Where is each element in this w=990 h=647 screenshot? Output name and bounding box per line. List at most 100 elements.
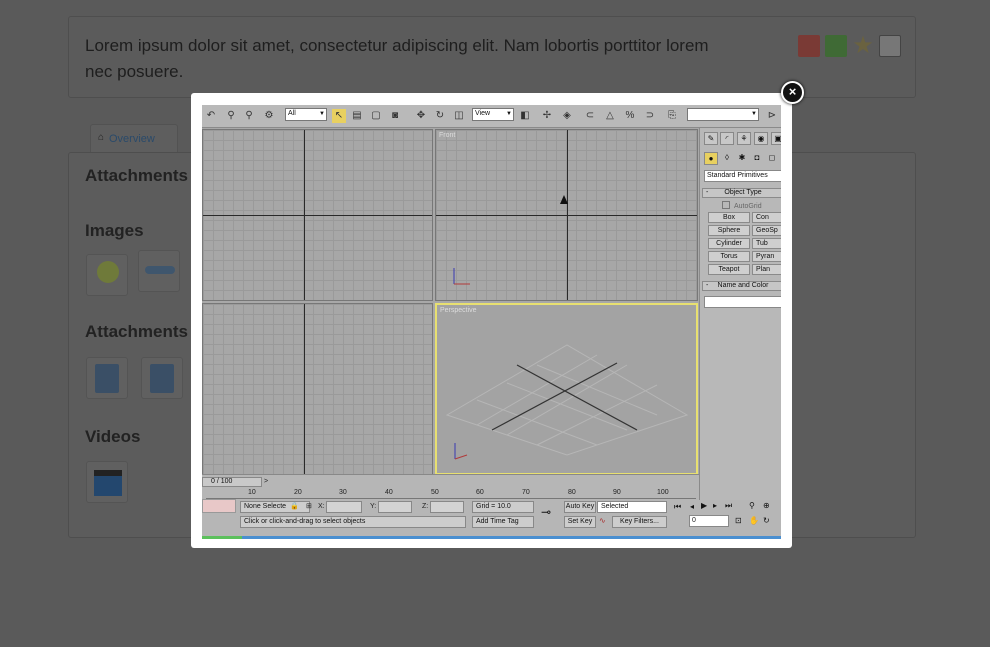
axis-tripod-icon — [453, 268, 470, 285]
shapes-icon[interactable]: ◊ — [720, 152, 734, 165]
auto-key-button[interactable]: Auto Key — [564, 501, 596, 513]
scale-icon[interactable]: ◫ — [452, 109, 466, 123]
move-icon[interactable]: ✥ — [414, 109, 428, 123]
percent-snap-icon[interactable]: % — [623, 109, 637, 123]
collapse-icon: - — [706, 189, 709, 196]
create-tab-icon[interactable]: ✎ — [704, 132, 718, 145]
plane-button[interactable]: Plan — [752, 264, 781, 275]
key-mode-dropdown[interactable]: Selected — [597, 501, 667, 513]
pan-icon[interactable]: ✋ — [749, 516, 759, 525]
zoom-icon[interactable]: ⚲ — [749, 501, 755, 510]
modify-tab-icon[interactable]: ◜ — [720, 132, 734, 145]
perspective-grid — [445, 344, 689, 460]
torus-button[interactable]: Torus — [708, 251, 750, 262]
zoom-all-icon[interactable]: ⊕ — [763, 501, 770, 510]
select-manipulate-icon[interactable]: ✢ — [540, 109, 554, 123]
xls-icon[interactable] — [825, 35, 847, 57]
attachment-thumbnail[interactable] — [141, 357, 183, 399]
image-thumbnail[interactable] — [138, 250, 180, 292]
viewport-bottom-left[interactable] — [202, 303, 433, 475]
go-to-start-icon[interactable]: ⏮ — [674, 502, 681, 512]
pyramid-button[interactable]: Pyran — [752, 251, 781, 262]
lights-icon[interactable]: ✱ — [735, 152, 749, 165]
go-to-end-icon[interactable]: ⏭ — [725, 501, 732, 511]
play-icon[interactable]: ▶ — [701, 501, 707, 510]
current-frame-field[interactable]: 0 — [689, 515, 729, 527]
cameras-icon[interactable]: ◘ — [750, 152, 764, 165]
category-dropdown[interactable]: Standard Primitives — [704, 170, 781, 182]
bind-icon[interactable]: ⚙ — [262, 109, 276, 123]
selection-filter-dropdown[interactable]: All ▼ — [285, 108, 327, 121]
named-selection-icon[interactable]: ⎘ — [665, 109, 679, 123]
track-bar[interactable]: 10 20 30 40 50 60 70 80 90 100 — [206, 489, 696, 499]
named-selection-dropdown[interactable]: ▼ — [687, 108, 759, 121]
absolute-mode-icon[interactable]: ⊞ — [306, 502, 312, 510]
geometry-icon[interactable]: ● — [704, 152, 718, 165]
undo-icon[interactable]: ↶ — [204, 109, 218, 123]
autogrid-checkbox[interactable]: AutoGrid — [722, 201, 762, 210]
window-crossing-icon[interactable]: ◙ — [388, 109, 402, 123]
screenshot-3dsmax: ↶ ⚲ ⚲ ⚙ All ▼ ↖ ▤ ▢ ◙ ✥ ↻ ◫ View ▼ ◧ ✢ ◈ ⊂… — [202, 105, 781, 539]
time-config-icon[interactable]: ⊡ — [735, 516, 742, 525]
viewport-perspective[interactable]: Perspective — [435, 303, 698, 475]
video-thumbnail[interactable] — [86, 461, 128, 503]
set-key-button[interactable]: Set Key — [564, 516, 596, 528]
box-button[interactable]: Box — [708, 212, 750, 223]
cylinder-button[interactable]: Cylinder — [708, 238, 750, 249]
object-name-input[interactable] — [704, 296, 781, 308]
display-tab-icon[interactable]: ▣ — [771, 132, 781, 145]
add-time-tag-button[interactable]: Add Time Tag — [472, 516, 534, 528]
lock-icon[interactable]: 🔒 — [290, 502, 299, 510]
sphere-button[interactable]: Sphere — [708, 225, 750, 236]
prompt-text: Click or click-and-drag to select object… — [244, 518, 366, 525]
cone-button[interactable]: Con — [752, 212, 781, 223]
set-key-mode-icon[interactable]: ⊸ — [541, 505, 551, 519]
curve-icon[interactable]: ∿ — [599, 516, 606, 525]
pivot-icon[interactable]: ◧ — [518, 109, 532, 123]
keyboard-shortcut-icon[interactable]: ◈ — [560, 109, 574, 123]
time-slider[interactable]: 0 / 100 — [202, 477, 262, 487]
tab-overview[interactable]: ⌂ Overview — [90, 124, 178, 152]
pdf-icon[interactable] — [798, 35, 820, 57]
selection-status: None Selecte — [240, 501, 310, 513]
z-coordinate-field[interactable] — [430, 501, 464, 513]
mail-icon[interactable] — [879, 35, 901, 57]
snap-toggle-icon[interactable]: ⊂ — [583, 109, 597, 123]
rollout-name-color[interactable]: - Name and Color — [702, 281, 781, 291]
region-select-icon[interactable]: ▢ — [369, 109, 383, 123]
viewport-top-left[interactable] — [202, 129, 433, 301]
image-thumbnail[interactable] — [86, 254, 128, 296]
time-slider-next-icon[interactable]: > — [264, 478, 268, 485]
grid-status-text: Grid = 10.0 — [476, 503, 511, 510]
track-tick: 40 — [385, 489, 393, 496]
motion-tab-icon[interactable]: ◉ — [754, 132, 768, 145]
teapot-button[interactable]: Teapot — [708, 264, 750, 275]
select-pointer-icon[interactable]: ↖ — [332, 109, 346, 123]
mirror-icon[interactable]: ⊳ — [765, 109, 779, 123]
rotate-icon[interactable]: ↻ — [433, 109, 447, 123]
maxscript-listener[interactable] — [202, 499, 236, 513]
hierarchy-tab-icon[interactable]: ⚘ — [737, 132, 751, 145]
key-filters-button[interactable]: Key Filters... — [612, 516, 667, 528]
unlink-icon[interactable]: ⚲ — [242, 109, 256, 123]
attachment-thumbnail[interactable] — [86, 357, 128, 399]
key-mode-value: Selected — [601, 503, 629, 510]
star-icon[interactable]: ★ — [852, 34, 874, 58]
close-button[interactable]: × — [781, 81, 804, 104]
geosphere-button[interactable]: GeoSp — [752, 225, 781, 236]
y-coordinate-field[interactable] — [378, 501, 412, 513]
orbit-icon[interactable]: ↻ — [763, 516, 770, 525]
previous-frame-icon[interactable]: ◂ — [690, 502, 694, 511]
link-icon[interactable]: ⚲ — [224, 109, 238, 123]
tube-button[interactable]: Tub — [752, 238, 781, 249]
x-coordinate-field[interactable] — [326, 501, 362, 513]
reference-coordinate-dropdown[interactable]: View ▼ — [472, 108, 514, 121]
spinner-snap-icon[interactable]: ⊃ — [643, 109, 657, 123]
viewport-front[interactable]: Front — [435, 129, 698, 301]
rollout-object-type[interactable]: - Object Type — [702, 188, 781, 198]
angle-snap-icon[interactable]: △ — [603, 109, 617, 123]
helpers-icon[interactable]: ◻ — [765, 152, 779, 165]
next-frame-icon[interactable]: ▸ — [713, 501, 717, 510]
chevron-down-icon: ▼ — [506, 111, 512, 117]
select-by-name-icon[interactable]: ▤ — [350, 109, 364, 123]
